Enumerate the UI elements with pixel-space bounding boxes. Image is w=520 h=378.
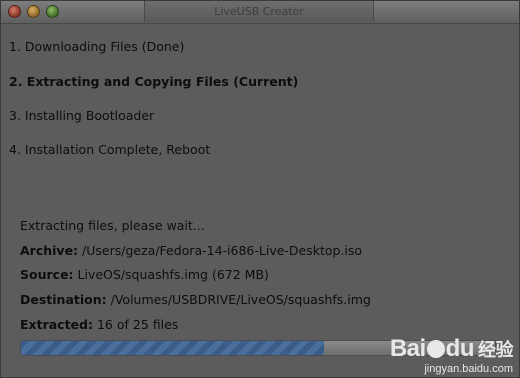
baidu-brand: Bai <box>389 335 426 362</box>
archive-value: /Users/geza/Fedora-14-i686-Live-Desktop.… <box>82 243 363 258</box>
baidu-jingyan: 经验 <box>478 340 514 360</box>
destination-row: Destination: /Volumes/USBDRIVE/LiveOS/sq… <box>20 292 371 307</box>
installer-window: LiveUSB Creator 1. Downloading Files (Do… <box>0 0 520 378</box>
close-window-icon[interactable] <box>8 5 21 18</box>
step-downloading: 1. Downloading Files (Done) <box>9 39 185 54</box>
extracted-value: 16 of 25 files <box>96 317 179 332</box>
progress-bar-fill <box>21 341 325 355</box>
extracted-row: Extracted: 16 of 25 files <box>20 317 178 332</box>
source-label: Source: <box>20 267 74 282</box>
baidu-logo: Bai du 经验 <box>389 335 514 363</box>
window-title: LiveUSB Creator <box>144 1 374 22</box>
archive-row: Archive: /Users/geza/Fedora-14-i686-Live… <box>20 243 362 258</box>
baidu-paw-icon <box>426 340 445 358</box>
step-bootloader: 3. Installing Bootloader <box>9 108 155 123</box>
baidu-watermark: Bai du 经验 jingyan.baidu.com <box>389 335 514 376</box>
baidu-url: jingyan.baidu.com <box>424 363 513 375</box>
archive-label: Archive: <box>20 243 79 258</box>
step-complete: 4. Installation Complete, Reboot <box>9 142 211 157</box>
destination-value: /Volumes/USBDRIVE/LiveOS/squashfs.img <box>110 292 371 307</box>
destination-label: Destination: <box>20 292 107 307</box>
extracted-label: Extracted: <box>20 317 93 332</box>
source-row: Source: LiveOS/squashfs.img (672 MB) <box>20 267 269 282</box>
title-bar[interactable]: LiveUSB Creator <box>1 1 519 24</box>
minimize-window-icon[interactable] <box>27 5 40 18</box>
zoom-window-icon[interactable] <box>46 5 59 18</box>
step-extracting: 2. Extracting and Copying Files (Current… <box>9 74 299 89</box>
status-message: Extracting files, please wait... <box>20 218 205 233</box>
baidu-brand-suffix: du <box>445 335 475 362</box>
source-value: LiveOS/squashfs.img (672 MB) <box>77 267 269 282</box>
